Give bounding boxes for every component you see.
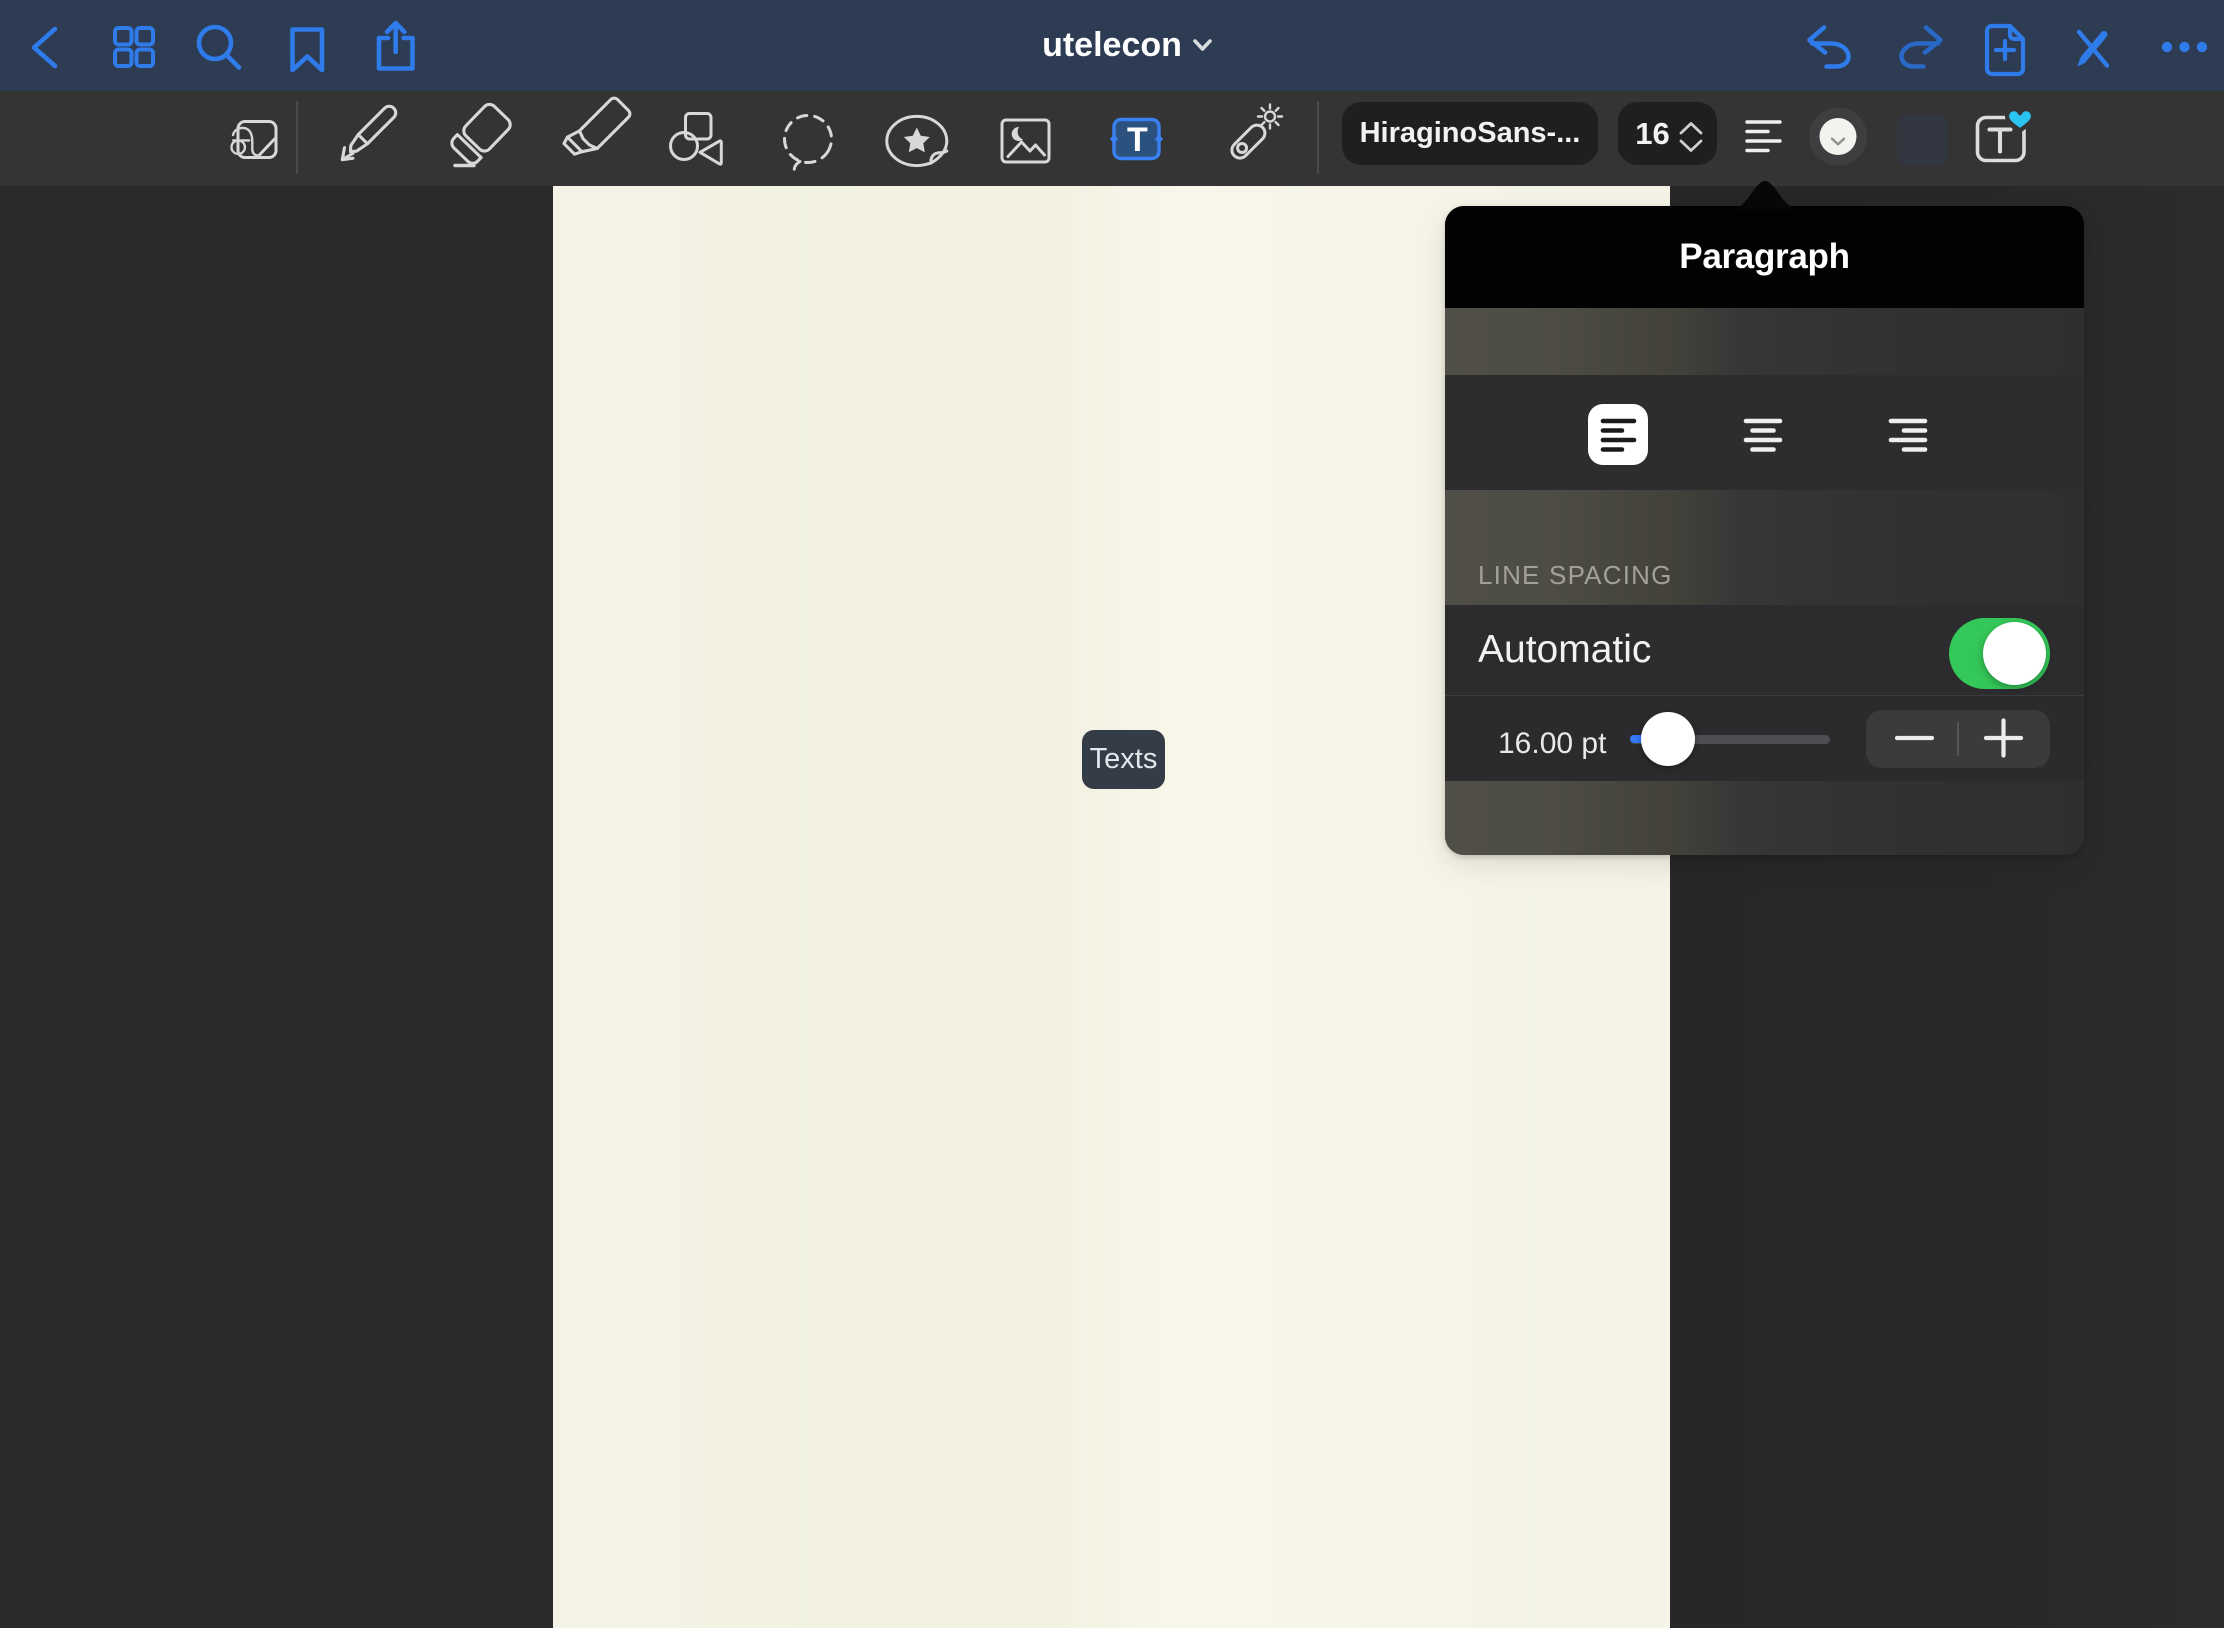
svg-text:T: T	[1127, 121, 1148, 159]
